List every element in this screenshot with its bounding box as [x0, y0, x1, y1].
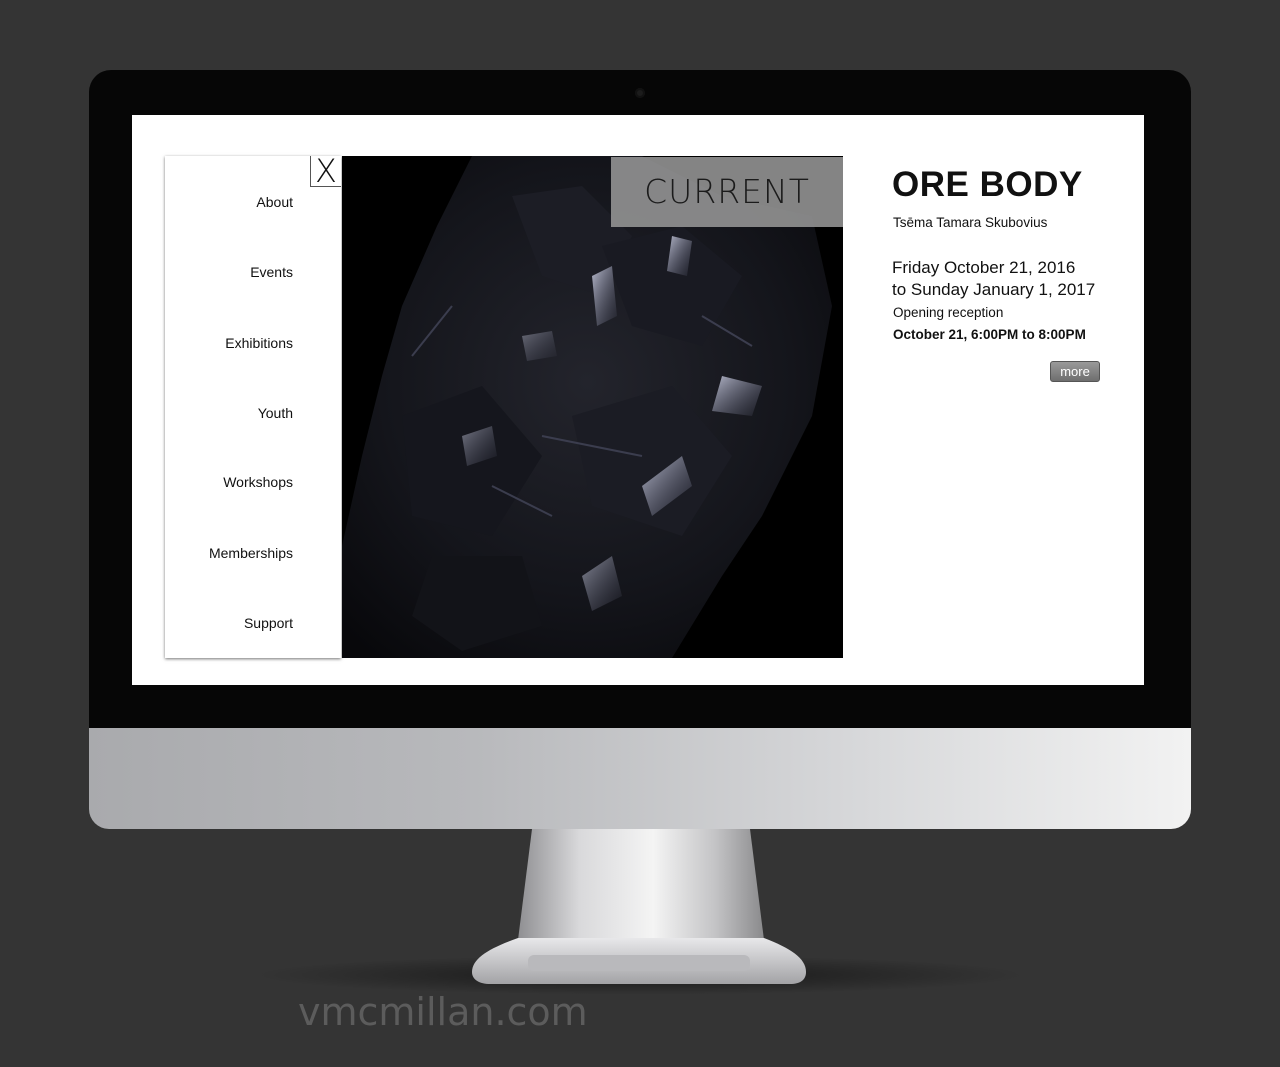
side-menu: X About Events Exhibitions Youth Worksho…: [165, 155, 341, 658]
ore-rock-image: [342, 156, 843, 658]
nav-item-support[interactable]: Support: [244, 615, 293, 631]
hero-image[interactable]: [342, 156, 843, 658]
website-screen: X About Events Exhibitions Youth Worksho…: [132, 115, 1144, 685]
date-end: to Sunday January 1, 2017: [892, 280, 1096, 299]
more-button[interactable]: more: [1050, 361, 1100, 382]
nav-item-events[interactable]: Events: [250, 264, 293, 280]
monitor-chin: [89, 728, 1191, 829]
nav-item-exhibitions[interactable]: Exhibitions: [225, 335, 293, 351]
exhibition-dates: Friday October 21, 2016 to Sunday Januar…: [892, 257, 1095, 301]
nav-item-youth[interactable]: Youth: [258, 405, 293, 421]
camera-icon: [635, 88, 645, 98]
nav-item-memberships[interactable]: Memberships: [209, 545, 293, 561]
nav-item-about[interactable]: About: [256, 194, 293, 210]
reception-label: Opening reception: [893, 305, 1004, 320]
close-menu-button[interactable]: X: [310, 155, 341, 187]
nav-item-workshops[interactable]: Workshops: [223, 474, 293, 490]
current-tag: CURRENT: [611, 157, 843, 227]
mockup-stage: X About Events Exhibitions Youth Worksho…: [0, 0, 1280, 1067]
date-start: Friday October 21, 2016: [892, 258, 1076, 277]
reception-time: October 21, 6:00PM to 8:00PM: [893, 327, 1086, 342]
stand-shadow: [250, 955, 1030, 995]
watermark: vmcmillan.com: [298, 990, 588, 1034]
exhibition-artist: Tsēma Tamara Skubovius: [893, 215, 1048, 230]
exhibition-title: ORE BODY: [892, 165, 1083, 204]
